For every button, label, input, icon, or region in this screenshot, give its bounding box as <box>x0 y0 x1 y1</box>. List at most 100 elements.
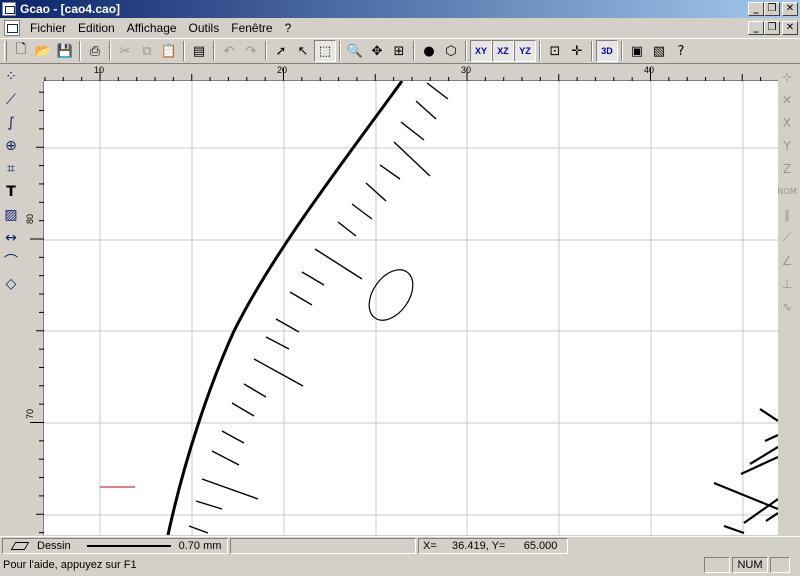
zoom-all-icon: ⊞ <box>393 43 405 59</box>
zoom-in-icon: 🔍 <box>346 43 364 59</box>
doc-restore-button[interactable]: ❐ <box>764 21 780 35</box>
select-arrow-button[interactable]: ➚ <box>270 40 292 62</box>
menu-fichier[interactable]: Fichier <box>24 21 72 35</box>
layer-field[interactable]: Dessin 0.70 mm <box>2 537 228 554</box>
menu-affichage[interactable]: Affichage <box>121 21 183 35</box>
hatch-line <box>723 524 745 535</box>
caps-indicator <box>704 557 730 573</box>
view-xz-button[interactable]: XZ <box>492 40 514 62</box>
copy-button[interactable]: ⧉ <box>136 40 158 62</box>
vertical-ruler: 80 70 <box>24 81 44 535</box>
toolbar-separator <box>539 41 541 61</box>
hatch-tool-button[interactable]: ▨ <box>0 203 22 226</box>
help-text: Pour l'aide, appuyez sur F1 <box>3 559 137 571</box>
angle-icon: ∠ <box>781 253 793 268</box>
snap-x-tool-button[interactable]: X <box>776 111 798 134</box>
curve-tool-button[interactable]: ∫ <box>0 111 22 134</box>
snap-point-button[interactable]: ✛ <box>566 40 588 62</box>
fillet-icon: ⌒ <box>4 253 18 270</box>
paste-button[interactable]: 📋 <box>158 40 180 62</box>
zoom-pan-button[interactable]: ✥ <box>366 40 388 62</box>
menu-help[interactable]: ? <box>279 21 298 35</box>
select-trim-button[interactable]: ↖ <box>292 40 314 62</box>
drawing-canvas[interactable] <box>44 81 778 535</box>
view-yz-button[interactable]: YZ <box>514 40 536 62</box>
close-button[interactable]: ✕ <box>782 2 798 16</box>
snap-grid-button[interactable]: ⊡ <box>544 40 566 62</box>
projection-3d-icon: ▧ <box>652 43 666 59</box>
toolbar-separator <box>183 41 185 61</box>
restore-button[interactable]: ❐ <box>764 2 780 16</box>
new-file-button[interactable]: 🗋 <box>10 40 32 62</box>
snap-end-tool-button[interactable]: ⊹ <box>776 65 798 88</box>
zoom-in-button[interactable]: 🔍 <box>344 40 366 62</box>
redo-button[interactable]: ↷ <box>240 40 262 62</box>
dimension-tool-button[interactable]: ↔ <box>0 226 22 249</box>
open-folder-button[interactable]: 📂 <box>32 40 54 62</box>
menu-outils[interactable]: Outils <box>183 21 226 35</box>
projection-3d-button[interactable]: ▧ <box>648 40 670 62</box>
coordinates-readout: X= 36.419, Y= 65.000 <box>418 537 568 554</box>
text-tool-button[interactable]: T <box>0 180 22 203</box>
circle-center-icon: ⊕ <box>5 137 17 154</box>
points-tool-button[interactable]: ⁘ <box>0 65 22 88</box>
circle-center-tool-button[interactable]: ⊕ <box>0 134 22 157</box>
angle-tool-button[interactable]: ∠ <box>776 249 798 272</box>
properties-button[interactable]: ▤ <box>188 40 210 62</box>
rectangle-tool-button[interactable]: ⌗ <box>0 157 22 180</box>
erase-tool-button[interactable]: ◇ <box>0 272 22 295</box>
undo-button[interactable]: ↶ <box>218 40 240 62</box>
doc-close-button[interactable]: ✕ <box>782 21 798 35</box>
vertical-ruler-ticks <box>30 91 44 534</box>
hatch-line <box>759 408 778 422</box>
toolbar-separator <box>413 41 415 61</box>
zoom-window-button[interactable]: ⬚ <box>314 40 336 62</box>
minimize-button[interactable]: _ <box>748 2 764 16</box>
view-3d-button[interactable]: 3D <box>596 40 618 62</box>
hatch-line <box>393 141 431 177</box>
hatch-line <box>351 203 373 220</box>
snap-y-tool-button[interactable]: Y <box>776 134 798 157</box>
zoom-all-button[interactable]: ⊞ <box>388 40 410 62</box>
spline-tool-button[interactable]: ∿ <box>776 295 798 318</box>
hatch-line <box>253 358 304 387</box>
ruler-label: 30 <box>461 65 472 75</box>
tangent-tool-button[interactable]: ⟋ <box>776 226 798 249</box>
menu-fenetre[interactable]: Fenêtre <box>225 21 278 35</box>
print-button[interactable]: ⎙ <box>84 40 106 62</box>
projection-button[interactable]: ▣ <box>626 40 648 62</box>
save-icon: 💾 <box>56 43 74 59</box>
snap-z-icon: Z <box>782 161 792 176</box>
help-pointer-button[interactable]: ? <box>670 40 692 62</box>
snap-normal-tool-button[interactable]: NOM <box>776 180 798 203</box>
cut-button[interactable]: ✂ <box>114 40 136 62</box>
fillet-tool-button[interactable]: ⌒ <box>0 249 22 272</box>
cut-icon: ✂ <box>119 43 131 59</box>
erase-icon: ◇ <box>5 275 17 292</box>
parallel-tool-button[interactable]: ∥ <box>776 203 798 226</box>
doc-minimize-button[interactable]: _ <box>748 21 764 35</box>
snap-end-icon: ⊹ <box>781 69 793 84</box>
toolbar-separator <box>213 41 215 61</box>
ruler-corner <box>24 64 44 81</box>
save-button[interactable]: 💾 <box>54 40 76 62</box>
polyline-tool-button[interactable]: ⟋ <box>0 88 22 111</box>
hatch-line <box>265 336 290 350</box>
snap-normal-icon: NOM <box>777 187 797 196</box>
view-xy-button[interactable]: XY <box>470 40 492 62</box>
document-icon[interactable] <box>4 20 20 36</box>
drawing-surface[interactable] <box>44 81 778 535</box>
toolbar-grip[interactable] <box>4 41 7 61</box>
undo-icon: ↶ <box>223 43 235 59</box>
snap-z-tool-button[interactable]: Z <box>776 157 798 180</box>
tangent-icon: ⟋ <box>782 230 792 244</box>
horizontal-ruler: 10 20 30 40 <box>44 64 778 81</box>
globe-button[interactable]: ● <box>418 40 440 62</box>
hatch-line <box>314 248 363 280</box>
cube-button[interactable]: ⬡ <box>440 40 462 62</box>
menu-edition[interactable]: Edition <box>72 21 121 35</box>
perpendicular-tool-button[interactable]: ⊥ <box>776 272 798 295</box>
open-folder-icon: 📂 <box>34 43 52 59</box>
ruler-label: 70 <box>25 408 35 419</box>
snap-intersection-tool-button[interactable]: ✕ <box>776 88 798 111</box>
